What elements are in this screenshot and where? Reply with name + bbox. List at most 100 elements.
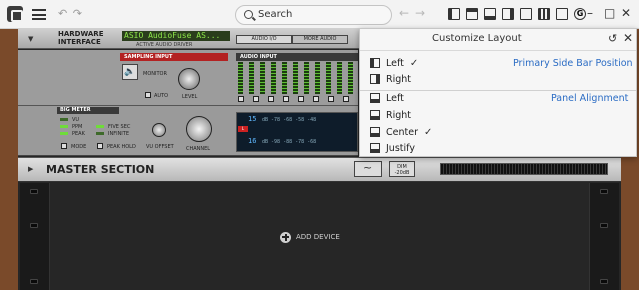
peak-led[interactable] [60, 132, 68, 135]
vu-offset-knob[interactable] [152, 123, 166, 137]
rack-slot-rail-left [20, 183, 50, 290]
input-channel-button[interactable] [253, 96, 259, 102]
collapse-triangle-icon[interactable]: ▼ [28, 35, 33, 43]
peak-hold-label: PEAK HOLD [107, 144, 136, 150]
option-label: Left [386, 57, 404, 69]
more-audio-button[interactable]: MORE AUDIO [292, 35, 348, 44]
option-label: Right [386, 73, 412, 85]
audio-io-button[interactable]: AUDIO I/O [236, 35, 292, 44]
keyboard-icon[interactable] [538, 8, 550, 20]
ppm-led[interactable] [60, 125, 68, 128]
audio-input-label: AUDIO INPUT [236, 53, 358, 61]
input-channel-button[interactable] [328, 96, 334, 102]
sidebar-left-icon [370, 58, 380, 68]
infinite-label: INFINITE [108, 131, 129, 137]
rack-screw-hole [600, 279, 608, 284]
panel-align-left-icon [370, 93, 380, 103]
audio-input-meters [238, 62, 358, 94]
channel-bottom-number: 16 [248, 137, 257, 145]
panel-header: Customize Layout ↺ ✕ [360, 29, 636, 51]
big-meter-label: BIG METER [57, 107, 119, 114]
title-bar: ↶ ↷ Search ←→ G – □ ✕ [0, 0, 639, 29]
panel-align-left[interactable]: Left [370, 91, 404, 105]
level-knob[interactable] [178, 68, 200, 90]
five-sec-led[interactable] [96, 125, 104, 128]
input-channel-button[interactable] [268, 96, 274, 102]
vu-led[interactable] [60, 118, 68, 121]
sidebar-position-left[interactable]: Left ✓ [370, 56, 418, 70]
auto-checkbox[interactable] [145, 92, 151, 98]
account-g-icon[interactable]: G [574, 8, 586, 20]
rack-screw-hole [30, 279, 38, 284]
menu-icon[interactable] [32, 9, 46, 20]
ppm-label: PPM [72, 124, 83, 130]
waveform-button[interactable] [354, 161, 382, 177]
undo-redo-icons[interactable]: ↶ ↷ [58, 7, 83, 20]
input-meter [293, 62, 298, 94]
input-meter [271, 62, 276, 94]
option-label: Right [386, 109, 412, 121]
close-window-icon[interactable]: ✕ [621, 6, 631, 20]
input-meter [260, 62, 265, 94]
panel-align-center[interactable]: Center ✓ [370, 125, 432, 139]
sidebar-position-right[interactable]: Right [370, 72, 411, 86]
input-meter [282, 62, 287, 94]
option-label: Center [386, 126, 418, 138]
check-icon: ✓ [423, 126, 433, 138]
input-meter [304, 62, 309, 94]
back-forward-icons[interactable]: ←→ [399, 6, 431, 20]
toggle-panel-icon[interactable] [484, 8, 496, 20]
toggle-primary-sidebar-icon[interactable] [448, 8, 460, 20]
panel-align-center-icon [370, 127, 380, 137]
input-channel-button[interactable] [298, 96, 304, 102]
input-meter [326, 62, 331, 94]
input-channel-button[interactable] [313, 96, 319, 102]
peak-label: PEAK [72, 131, 85, 137]
clip-indicator: L [238, 126, 248, 132]
vu-label: VU [72, 117, 80, 123]
add-device-button[interactable]: ADD DEVICE [280, 230, 340, 244]
layout-toggle-group: G [448, 8, 586, 21]
rack-slot-rail-right [589, 183, 619, 290]
search-placeholder: Search [258, 9, 293, 20]
option-label: Left [386, 92, 404, 104]
peak-hold-button[interactable] [97, 143, 103, 149]
maximize-icon[interactable]: □ [604, 6, 615, 20]
input-channel-button[interactable] [238, 96, 244, 102]
search-box[interactable]: Search [235, 5, 392, 25]
reset-icon[interactable]: ↺ [608, 32, 617, 45]
mode-button[interactable] [61, 143, 67, 149]
rack-screw-hole [600, 223, 608, 228]
panel-align-justify-icon [370, 143, 380, 153]
grid-icon[interactable] [556, 8, 568, 20]
panel-align-justify[interactable]: Justify [370, 141, 415, 155]
channel-label: CHANNEL [186, 146, 211, 152]
input-meter [315, 62, 320, 94]
close-icon[interactable]: ✕ [623, 31, 633, 45]
customize-layout-panel: Customize Layout ↺ ✕ Primary Side Bar Po… [359, 28, 637, 157]
add-device-label: ADD DEVICE [296, 233, 340, 241]
customize-layout-icon[interactable] [520, 8, 532, 20]
minimize-icon[interactable]: – [587, 6, 593, 20]
meter-scale-bottom: dB -98 -88 -78 -68 [262, 139, 317, 145]
input-channel-button[interactable] [343, 96, 349, 102]
expand-triangle-icon[interactable]: ▶ [28, 165, 33, 173]
active-driver-display[interactable]: ASIO AudioFuse AS... [122, 31, 230, 41]
panel-align-right-icon [370, 110, 380, 120]
panel-align-right[interactable]: Right [370, 108, 411, 122]
toggle-secondary-sidebar-icon[interactable] [502, 8, 514, 20]
channel-knob[interactable] [186, 116, 212, 142]
plus-circle-icon [280, 231, 291, 243]
input-channel-button[interactable] [283, 96, 289, 102]
dim-button[interactable]: DIM -20dB [389, 161, 415, 177]
infinite-led[interactable] [96, 132, 104, 135]
input-meter [249, 62, 254, 94]
input-channel-buttons [238, 96, 358, 102]
toggle-top-panel-icon[interactable] [466, 8, 478, 20]
input-meter [348, 62, 353, 94]
primary-sidebar-section-title: Primary Side Bar Position [513, 58, 633, 69]
meter-scale-top: dB -78 -68 -58 -48 [262, 117, 317, 123]
option-label: Justify [386, 142, 415, 154]
sampling-input-label: SAMPLING INPUT [120, 53, 228, 61]
speaker-icon[interactable]: 🔈 [122, 64, 138, 80]
